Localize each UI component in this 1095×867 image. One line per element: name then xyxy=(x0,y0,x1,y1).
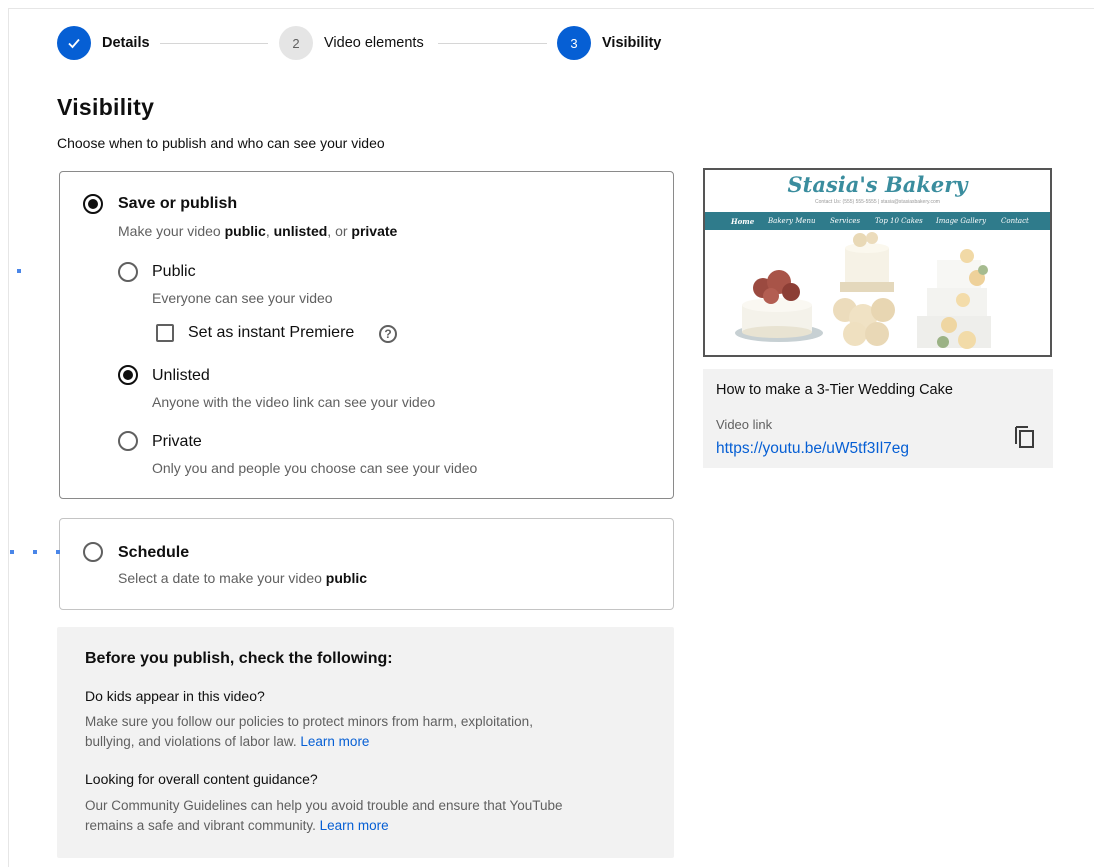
video-link[interactable]: https://youtu.be/uW5tf3Il7eg xyxy=(716,440,909,458)
public-title: Public xyxy=(152,263,196,280)
public-desc: Everyone can see your video xyxy=(152,290,333,306)
schedule-radio[interactable] xyxy=(83,542,103,562)
unlisted-title: Unlisted xyxy=(152,367,210,384)
learn-more-link[interactable]: Learn more xyxy=(320,818,389,833)
marker-dot xyxy=(10,550,14,554)
cake-illustration xyxy=(735,232,991,349)
checklist-heading: Before you publish, check the following: xyxy=(85,650,393,667)
step-video-elements-label: Video elements xyxy=(324,35,424,51)
thumbnail-site-title: Stasia's Bakery xyxy=(787,172,968,197)
learn-more-link[interactable]: Learn more xyxy=(300,734,369,749)
thumbnail-nav: Home Bakery Menu Services Top 10 Cakes I… xyxy=(705,212,1050,230)
thumbnail-nav-item: Contact xyxy=(1001,217,1029,225)
instant-premiere-checkbox[interactable] xyxy=(156,324,174,342)
checklist-text-kids: Make sure you follow our policies to pro… xyxy=(85,714,533,749)
step-connector xyxy=(160,43,268,44)
schedule-title: Schedule xyxy=(118,544,190,561)
thumbnail-nav-item: Bakery Menu xyxy=(768,217,816,225)
save-or-publish-title: Save or publish xyxy=(118,195,238,212)
step-number: 2 xyxy=(279,26,313,60)
private-radio[interactable] xyxy=(118,431,138,451)
thumbnail-contact: Contact Us: (555) 555-5555 | stasia@stas… xyxy=(815,199,940,205)
marker-dot xyxy=(56,550,60,554)
private-title: Private xyxy=(152,433,202,450)
unlisted-radio[interactable] xyxy=(118,365,138,385)
check-icon xyxy=(57,26,91,60)
video-link-label: Video link xyxy=(716,417,773,432)
public-radio[interactable] xyxy=(118,262,138,282)
marker-dot xyxy=(33,550,37,554)
private-desc: Only you and people you choose can see y… xyxy=(152,460,478,476)
thumbnail-nav-item: Top 10 Cakes xyxy=(875,217,923,225)
copy-icon[interactable] xyxy=(1012,423,1036,449)
video-title: How to make a 3-Tier Wedding Cake xyxy=(716,382,953,398)
thumbnail-nav-item: Image Gallery xyxy=(936,217,987,225)
page-title: Visibility xyxy=(57,94,155,120)
instant-premiere-label: Set as instant Premiere xyxy=(188,324,355,341)
step-visibility-label: Visibility xyxy=(602,35,662,51)
marker-dot xyxy=(17,269,21,273)
save-or-publish-radio[interactable] xyxy=(83,194,103,214)
save-or-publish-desc: Make your video public, unlisted, or pri… xyxy=(118,223,398,239)
thumbnail-nav-item: Services xyxy=(830,217,861,225)
checklist-text-guidance: Our Community Guidelines can help you av… xyxy=(85,798,563,833)
thumbnail-nav-item: Home xyxy=(731,217,755,226)
unlisted-desc: Anyone with the video link can see your … xyxy=(152,394,436,410)
schedule-desc: Select a date to make your video public xyxy=(118,570,368,586)
help-icon[interactable]: ? xyxy=(379,325,397,343)
video-thumbnail[interactable]: Stasia's Bakery Contact Us: (555) 555-55… xyxy=(703,168,1052,357)
page-subtitle: Choose when to publish and who can see y… xyxy=(57,135,385,151)
schedule-card xyxy=(59,518,674,610)
checklist-question-kids: Do kids appear in this video? xyxy=(85,688,265,704)
step-number: 3 xyxy=(557,26,591,60)
step-video-elements[interactable]: 2 Video elements xyxy=(279,26,424,60)
checklist-question-guidance: Looking for overall content guidance? xyxy=(85,771,318,787)
step-visibility[interactable]: 3 Visibility xyxy=(557,26,661,60)
step-connector xyxy=(438,43,547,44)
step-details-label: Details xyxy=(102,35,150,51)
step-details[interactable]: Details xyxy=(57,26,150,60)
